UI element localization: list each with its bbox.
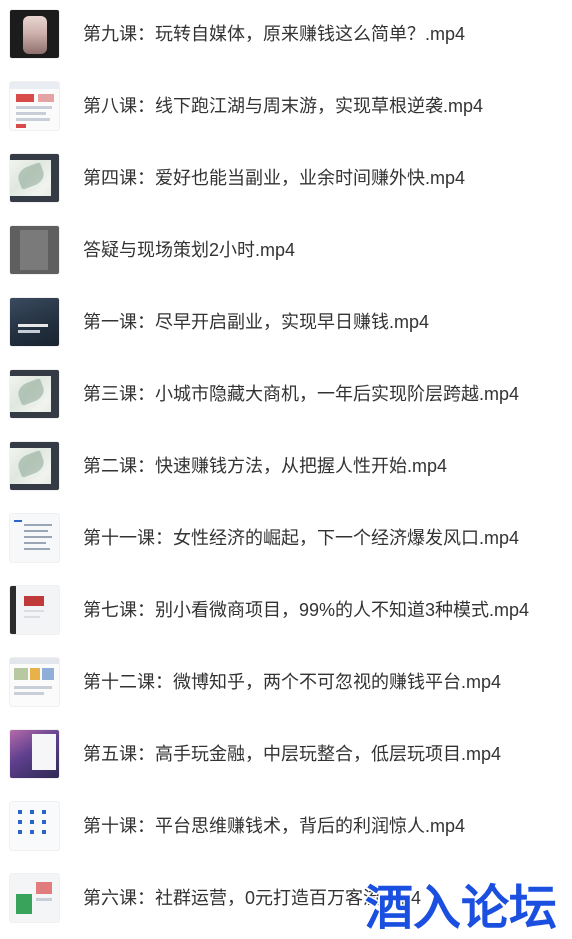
file-name: 第三课：小城市隐藏大商机，一年后实现阶层跨越.mp4 xyxy=(83,384,520,404)
video-thumbnail xyxy=(10,874,59,922)
file-name: 第十二课：微博知乎，两个不可忽视的赚钱平台.mp4 xyxy=(83,672,502,692)
video-thumbnail xyxy=(10,586,59,634)
file-item[interactable]: 第五课：高手玩金融，中层玩整合，低层玩项目.mp4 xyxy=(0,726,572,782)
video-thumbnail xyxy=(10,298,59,346)
file-name: 第七课：别小看微商项目，99%的人不知道3种模式.mp4 xyxy=(83,600,530,620)
video-thumbnail xyxy=(10,802,59,850)
file-item[interactable]: 第十一课：女性经济的崛起，下一个经济爆发风口.mp4 xyxy=(0,510,572,566)
file-name: 第一课：尽早开启副业，实现早日赚钱.mp4 xyxy=(83,312,430,332)
file-name: 答疑与现场策划2小时.mp4 xyxy=(83,240,296,260)
video-thumbnail xyxy=(10,514,59,562)
file-item[interactable]: 第一课：尽早开启副业，实现早日赚钱.mp4 xyxy=(0,294,572,350)
video-thumbnail xyxy=(10,10,59,58)
file-item[interactable]: 第二课：快速赚钱方法，从把握人性开始.mp4 xyxy=(0,438,572,494)
file-item[interactable]: 第十课：平台思维赚钱术，背后的利润惊人.mp4 xyxy=(0,798,572,854)
file-item[interactable]: 第九课：玩转自媒体，原来赚钱这么简单？.mp4 xyxy=(0,6,572,62)
video-thumbnail xyxy=(10,370,59,418)
video-thumbnail xyxy=(10,658,59,706)
video-thumbnail xyxy=(10,730,59,778)
file-item[interactable]: 第十二课：微博知乎，两个不可忽视的赚钱平台.mp4 xyxy=(0,654,572,710)
file-name: 第十一课：女性经济的崛起，下一个经济爆发风口.mp4 xyxy=(83,528,520,548)
file-name: 第八课：线下跑江湖与周末游，实现草根逆袭.mp4 xyxy=(83,96,484,116)
file-name: 第五课：高手玩金融，中层玩整合，低层玩项目.mp4 xyxy=(83,744,502,764)
file-item[interactable]: 第六课：社群运营，0元打造百万客流.mp4 xyxy=(0,870,572,926)
file-name: 第四课：爱好也能当副业，业余时间赚外快.mp4 xyxy=(83,168,466,188)
video-thumbnail xyxy=(10,82,59,130)
file-list: 第九课：玩转自媒体，原来赚钱这么简单？.mp4 第八课：线下跑江湖与周末游，实现… xyxy=(0,0,572,939)
file-item[interactable]: 第八课：线下跑江湖与周末游，实现草根逆袭.mp4 xyxy=(0,78,572,134)
file-name: 第九课：玩转自媒体，原来赚钱这么简单？.mp4 xyxy=(83,24,466,44)
video-thumbnail xyxy=(10,154,59,202)
file-name: 第十课：平台思维赚钱术，背后的利润惊人.mp4 xyxy=(83,816,466,836)
file-item[interactable]: 第四课：爱好也能当副业，业余时间赚外快.mp4 xyxy=(0,150,572,206)
video-thumbnail xyxy=(10,442,59,490)
file-item[interactable]: 第三课：小城市隐藏大商机，一年后实现阶层跨越.mp4 xyxy=(0,366,572,422)
file-item[interactable]: 答疑与现场策划2小时.mp4 xyxy=(0,222,572,278)
video-thumbnail xyxy=(10,226,59,274)
file-item[interactable]: 第七课：别小看微商项目，99%的人不知道3种模式.mp4 xyxy=(0,582,572,638)
file-name: 第六课：社群运营，0元打造百万客流.mp4 xyxy=(83,888,422,908)
file-name: 第二课：快速赚钱方法，从把握人性开始.mp4 xyxy=(83,456,448,476)
